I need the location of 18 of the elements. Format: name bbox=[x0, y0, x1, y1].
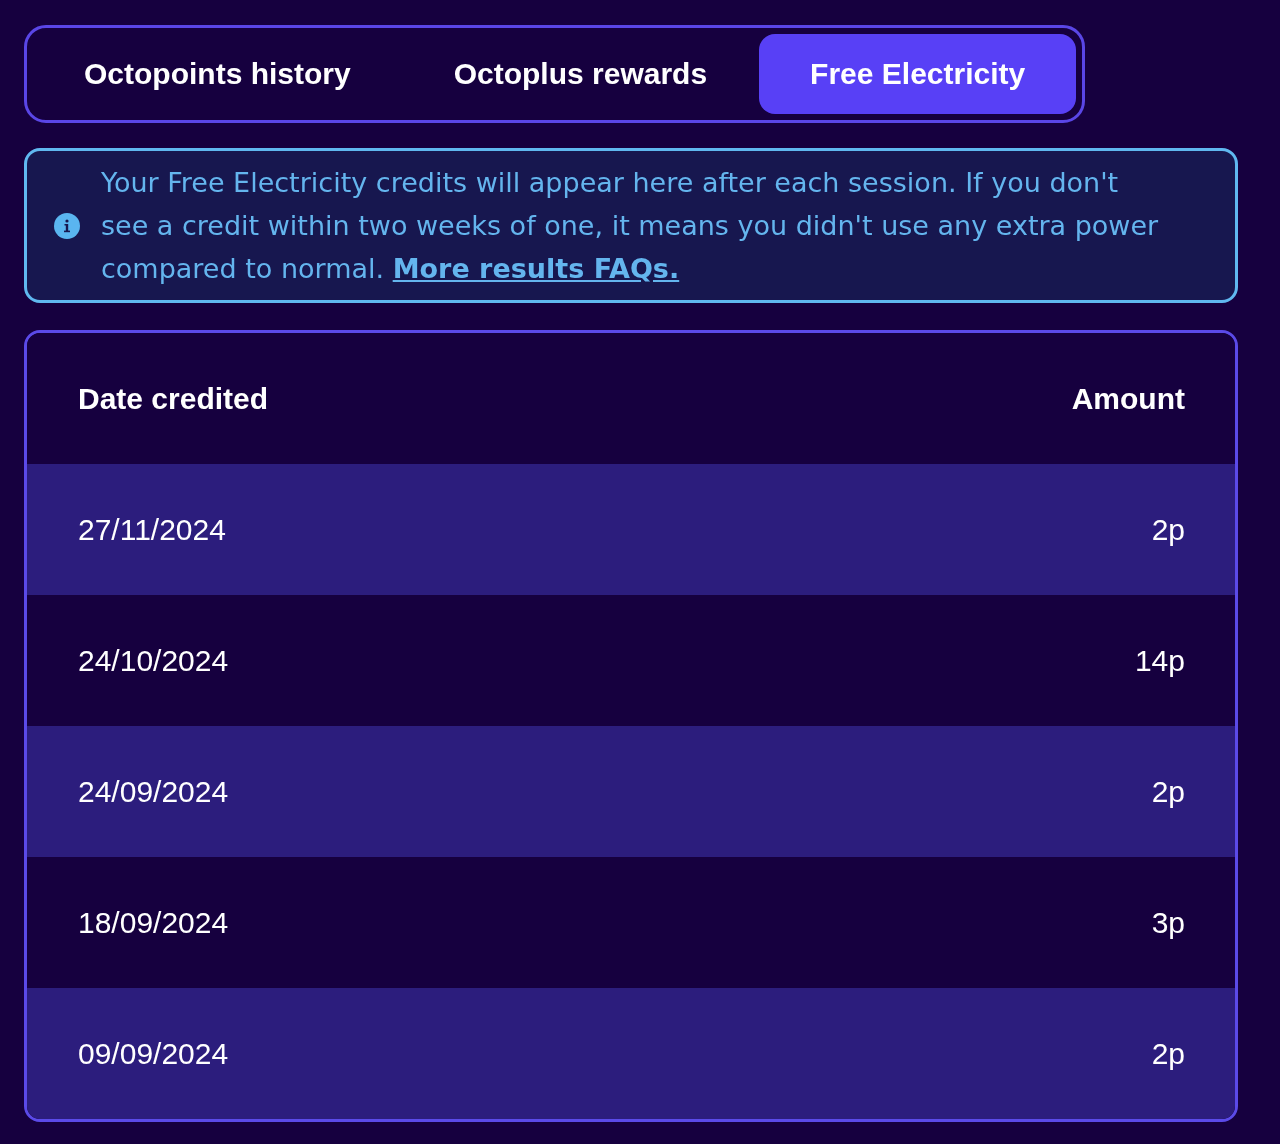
tab[interactable]: Octopoints history bbox=[33, 34, 402, 114]
info-icon bbox=[54, 212, 80, 239]
table-cell: 27/11/2024 bbox=[78, 512, 226, 547]
table-cell: 18/09/2024 bbox=[78, 905, 229, 940]
table-cell: 14p bbox=[1134, 643, 1185, 678]
table-cell: 24/10/2024 bbox=[78, 643, 229, 678]
column-header: Amount bbox=[1071, 381, 1185, 416]
column-header: Date credited bbox=[78, 381, 269, 416]
table-cell: 3p bbox=[1151, 905, 1185, 940]
table-cell: 2p bbox=[1151, 1036, 1185, 1071]
faq-link[interactable]: More results FAQs. bbox=[392, 253, 680, 284]
info-message: Your Free Electricity credits will appear here after each session. If you don't see a credit within two weeks of one, it means you didn't use any extra power compared to normal. More results FAQs. bbox=[101, 166, 1160, 286]
table-cell: 2p bbox=[1151, 774, 1185, 809]
tab[interactable]: Octoplus rewards bbox=[402, 34, 759, 114]
table-cell: 24/09/2024 bbox=[78, 774, 229, 809]
table-cell: 09/09/2024 bbox=[78, 1036, 229, 1071]
tab[interactable]: Free Electricity bbox=[759, 34, 1077, 114]
table-cell: 2p bbox=[1151, 512, 1185, 547]
